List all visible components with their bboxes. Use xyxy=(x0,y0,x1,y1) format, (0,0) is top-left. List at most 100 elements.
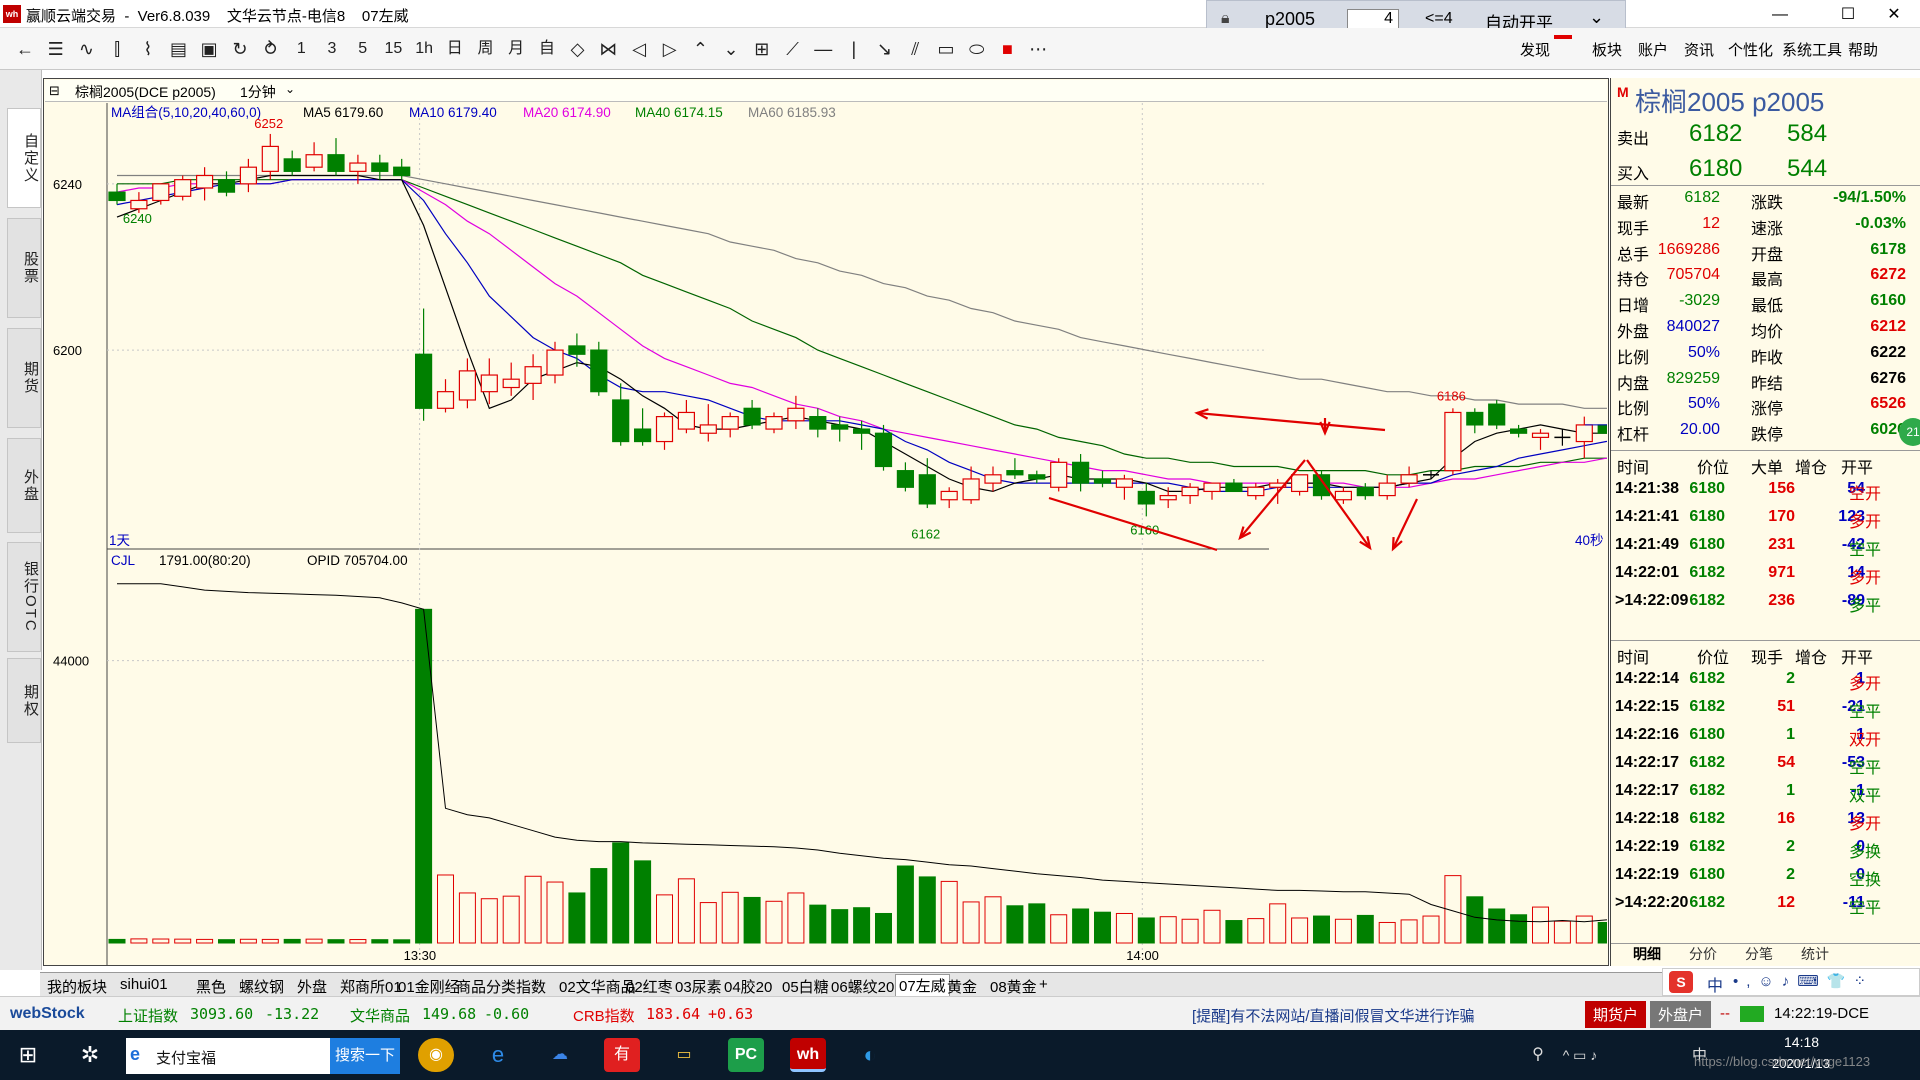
candle[interactable] xyxy=(196,167,214,201)
bottom-tab-9[interactable]: 02红枣 xyxy=(623,976,676,997)
back-icon[interactable]: ← xyxy=(12,37,38,61)
candle[interactable] xyxy=(1071,454,1090,492)
taskbar-time[interactable]: 14:18 xyxy=(1784,1034,1819,1050)
sogou-icon[interactable]: S xyxy=(1669,971,1693,993)
ime-lang[interactable]: 中 xyxy=(1707,972,1723,996)
futures-account-button[interactable]: 期货户 xyxy=(1585,1001,1647,1028)
candle[interactable] xyxy=(152,183,170,205)
candle[interactable] xyxy=(1028,470,1046,484)
detail-tab-1[interactable]: 分价 xyxy=(1689,944,1717,964)
lock-icon[interactable]: 🔒︎ xyxy=(1221,10,1230,28)
candle[interactable] xyxy=(1531,429,1550,450)
line-chart-icon[interactable]: ∿ xyxy=(73,37,99,61)
menu-item-5[interactable]: 系统工具 xyxy=(1782,39,1842,60)
layout-icon[interactable]: ⊞ xyxy=(749,37,775,61)
file-explorer-icon[interactable]: ▭ xyxy=(666,1038,702,1072)
nav-tab-3[interactable]: 外盘 xyxy=(7,438,41,533)
candle[interactable] xyxy=(677,399,696,434)
candle[interactable] xyxy=(1050,458,1068,492)
candle[interactable] xyxy=(415,308,433,421)
chrome-icon[interactable]: ◉ xyxy=(418,1038,454,1072)
nav-tab-5[interactable]: 期权 xyxy=(7,658,41,743)
candle[interactable] xyxy=(480,358,498,405)
bottom-tab-10[interactable]: 03尿素 xyxy=(672,976,725,997)
windows-start-icon[interactable]: ⊞ xyxy=(10,1038,46,1072)
nav-tab-1[interactable]: 股票 xyxy=(7,218,41,318)
ray-icon[interactable]: ⟋ xyxy=(780,37,806,61)
detail-tab-2[interactable]: 分笔 xyxy=(1745,944,1773,964)
quote-list-icon[interactable]: ☰ xyxy=(43,37,69,61)
replay-icon[interactable]: ⥁ xyxy=(258,37,284,61)
chart-period[interactable]: 1分钟 xyxy=(240,82,276,102)
period-1h-button[interactable]: 1h xyxy=(411,37,437,61)
candle[interactable] xyxy=(721,412,739,438)
candle[interactable] xyxy=(787,395,805,430)
baidu-netdisk-icon[interactable]: ☁ xyxy=(542,1038,578,1072)
bottom-tab-0[interactable]: 我的板块 xyxy=(44,976,110,997)
candle[interactable] xyxy=(1444,408,1462,475)
bottom-tab-14[interactable]: 07左威 xyxy=(895,974,950,997)
zoom-out-icon[interactable]: ⋈ xyxy=(595,37,621,61)
sell-price[interactable]: 6182 xyxy=(1689,120,1742,148)
candle[interactable] xyxy=(239,158,257,193)
candle[interactable] xyxy=(305,142,323,172)
candle[interactable] xyxy=(1488,399,1506,430)
nav-tab-0[interactable]: 自定义 xyxy=(7,108,41,208)
candle[interactable] xyxy=(502,362,520,396)
menu-item-2[interactable]: 账户 xyxy=(1638,39,1668,60)
nav-tab-2[interactable]: 期货 xyxy=(7,328,41,428)
volume-title[interactable]: CJL xyxy=(111,553,135,568)
candle[interactable] xyxy=(174,175,192,201)
bottom-tab-2[interactable]: 黑色 xyxy=(193,976,229,997)
candle[interactable] xyxy=(809,408,827,438)
index2-name[interactable]: 文华商品 xyxy=(350,1005,410,1026)
candle[interactable] xyxy=(1203,482,1221,500)
menu-item-1[interactable]: 板块 xyxy=(1592,39,1622,60)
ime-tools-icon[interactable]: •,☺♪⌨👕⁘ xyxy=(1733,972,1874,990)
prev-icon[interactable]: ◁ xyxy=(626,37,652,61)
period-月-button[interactable]: 月 xyxy=(503,37,529,61)
candle[interactable] xyxy=(590,341,608,396)
candle[interactable] xyxy=(1509,424,1528,438)
candle[interactable] xyxy=(765,412,783,434)
candle[interactable] xyxy=(655,412,674,450)
candle[interactable] xyxy=(612,383,630,446)
menu-item-0[interactable]: 发现 xyxy=(1520,39,1550,60)
edge-icon[interactable]: e xyxy=(480,1038,516,1072)
candle[interactable] xyxy=(1159,487,1177,509)
ma-title[interactable]: MA组合(5,10,20,40,60,0) xyxy=(111,105,261,120)
candle[interactable] xyxy=(1225,478,1243,493)
candle[interactable] xyxy=(633,408,652,446)
period-自-button[interactable]: 自 xyxy=(534,37,560,61)
bottom-tab-4[interactable]: 外盘 xyxy=(294,976,330,997)
kline-icon[interactable]: ⫿ xyxy=(104,37,130,61)
bottom-tab-16[interactable]: 08黄金 xyxy=(987,976,1040,997)
vline-icon[interactable]: | xyxy=(841,37,867,61)
candle[interactable] xyxy=(962,466,980,504)
detail-tab-0[interactable]: 明细 xyxy=(1633,944,1661,964)
people-icon[interactable]: ⚲ xyxy=(1520,1038,1556,1072)
candle[interactable] xyxy=(1247,483,1265,500)
candle[interactable] xyxy=(1597,424,1607,434)
rect-icon[interactable]: ▭ xyxy=(933,37,959,61)
period-日-button[interactable]: 日 xyxy=(442,37,468,61)
wenhua-app-icon[interactable]: wh xyxy=(790,1038,826,1072)
candle[interactable] xyxy=(1312,470,1331,500)
candle[interactable] xyxy=(743,399,761,430)
task-view-icon[interactable]: ✲ xyxy=(72,1038,108,1072)
arrow-icon[interactable]: ↘ xyxy=(872,37,898,61)
chart-toggle-icon[interactable]: ⊟ xyxy=(49,83,60,99)
more-icon[interactable]: ⋯ xyxy=(1025,37,1051,61)
chevron-down-icon[interactable]: ⌄ xyxy=(1589,7,1604,28)
candle[interactable] xyxy=(524,354,542,400)
fraud-notice[interactable]: [提醒]有不法网站/直播间假冒文华进行诈骗 xyxy=(1192,1005,1475,1026)
candle[interactable] xyxy=(108,183,126,205)
candle[interactable] xyxy=(940,487,958,509)
down-icon[interactable]: ⌄ xyxy=(718,37,744,61)
bottom-tab-3[interactable]: 螺纹钢 xyxy=(236,976,287,997)
youdao-icon[interactable]: 有 xyxy=(604,1038,640,1072)
period-15-button[interactable]: 15 xyxy=(380,37,406,61)
menu-item-3[interactable]: 资讯 xyxy=(1684,39,1714,60)
detail-tab-3[interactable]: 统计 xyxy=(1801,944,1829,964)
period-3-button[interactable]: 3 xyxy=(319,37,345,61)
